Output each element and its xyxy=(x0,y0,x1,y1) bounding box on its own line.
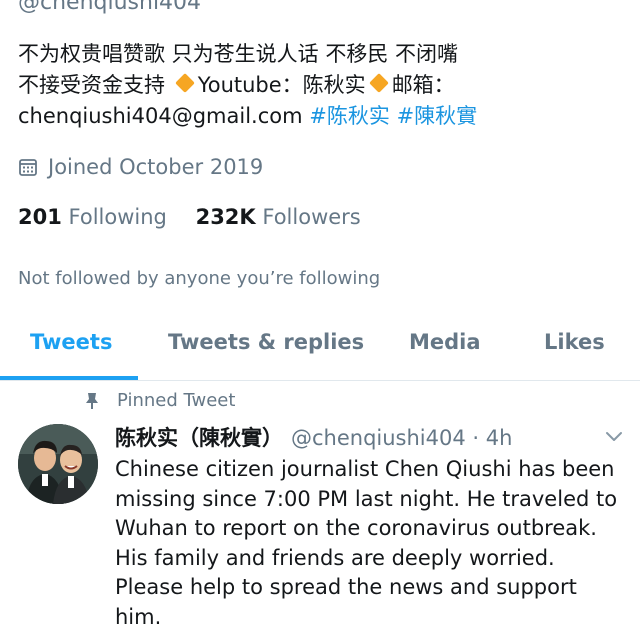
profile-handle: @chenqiushi404 xyxy=(18,0,202,15)
followers-count: 232K xyxy=(195,205,256,229)
calendar-icon xyxy=(19,159,37,176)
bio-line-3: chenqiushi404@gmail.com #陈秋实 #陳秋實 xyxy=(18,101,628,132)
active-tab-indicator xyxy=(0,376,138,380)
pinned-text: Pinned Tweet xyxy=(117,390,236,411)
tweet-handle-time: @chenqiushi404 · 4h xyxy=(291,426,513,450)
tweet-line-1: Chinese citizen journalist Chen Qiushi h… xyxy=(115,457,615,481)
bio-email: chenqiushi404@gmail.com xyxy=(18,104,303,128)
hashtag-link-1[interactable]: #陈秋实 xyxy=(309,104,390,128)
tweet-line-2: missing since 7:00 PM last night. He tra… xyxy=(115,486,618,511)
tweet-line-4: His family and friends are deeply worrie… xyxy=(115,545,555,570)
tweet-body: Chinese citizen journalist Chen Qiushi h… xyxy=(115,455,635,632)
bio-email-label: 邮箱： xyxy=(391,73,455,97)
profile-tabs: Tweets Tweets & replies Media Likes xyxy=(0,310,640,381)
joined-date: Joined October 2019 xyxy=(18,155,263,179)
chevron-down-icon[interactable] xyxy=(604,430,624,444)
tab-tweets[interactable]: Tweets xyxy=(30,330,112,354)
follow-stats: 201 Following 232K Followers xyxy=(18,205,361,229)
profile-bio: 不为权贵唱赞歌 只为苍生说人话 不移民 不闭嘴 不接受资金支持 Youtube：… xyxy=(18,39,628,132)
avatar[interactable] xyxy=(18,424,98,504)
pin-icon xyxy=(86,392,98,409)
bio-line-1: 不为权贵唱赞歌 只为苍生说人话 不移民 不闭嘴 xyxy=(18,42,459,66)
followers-label: Followers xyxy=(262,205,361,229)
tweet-line-3: Wuhan to report on the coronavirus outbr… xyxy=(115,516,597,540)
joined-text: Joined October 2019 xyxy=(48,155,264,179)
hashtag-link-2[interactable]: #陳秋實 xyxy=(397,104,478,128)
pinned-label: Pinned Tweet xyxy=(85,390,235,411)
following-count: 201 xyxy=(18,205,62,229)
tab-tweets-replies[interactable]: Tweets & replies xyxy=(168,330,364,354)
diamond-icon xyxy=(174,73,195,93)
followers-link[interactable]: 232K Followers xyxy=(196,205,361,229)
tweet-line-5: Please help to spread the news and suppo… xyxy=(115,575,577,599)
bio-youtube-text: Youtube：陈秋实 xyxy=(197,73,366,97)
not-followed-note: Not followed by anyone you’re following xyxy=(18,268,381,289)
following-link[interactable]: 201 Following xyxy=(18,205,167,229)
tweet-author-name[interactable]: 陈秋实（陳秋實） xyxy=(115,422,283,452)
tab-likes[interactable]: Likes xyxy=(544,330,605,354)
tab-media[interactable]: Media xyxy=(409,330,481,354)
bio-funding-text: 不接受资金支持 xyxy=(18,73,165,97)
bio-line-2: 不接受资金支持 Youtube：陈秋实 邮箱： xyxy=(18,70,628,101)
tweet-header: 陈秋实（陳秋實） @chenqiushi404 · 4h xyxy=(115,422,512,452)
following-label: Following xyxy=(68,205,167,229)
diamond-icon xyxy=(368,73,389,93)
avatar-image xyxy=(18,424,98,504)
tweet-line-6: him. xyxy=(115,604,162,629)
